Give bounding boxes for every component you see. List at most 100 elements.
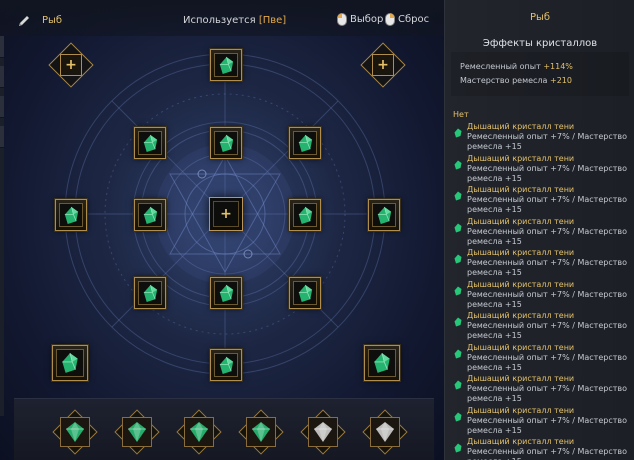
socket-frame bbox=[214, 353, 238, 377]
inventory-gem-slot[interactable] bbox=[364, 411, 406, 453]
socket-frame bbox=[214, 53, 238, 77]
green-crystal-icon bbox=[374, 352, 390, 373]
profile-name: Рыб bbox=[42, 15, 63, 26]
side-tab[interactable] bbox=[0, 126, 4, 148]
empty-bonus-slot-right[interactable]: + bbox=[360, 42, 406, 88]
inventory-gem-slot[interactable] bbox=[178, 411, 220, 453]
green-crystal-icon bbox=[64, 206, 78, 224]
crystal-socket[interactable] bbox=[210, 127, 242, 159]
socket-frame bbox=[214, 281, 238, 305]
green-crystal-icon bbox=[454, 286, 462, 295]
gem-frame bbox=[60, 417, 90, 447]
crystal-inventory-bar bbox=[14, 398, 434, 460]
crystal-desc: Ремесленный опыт +7% / Мастерство ремесл… bbox=[467, 447, 628, 460]
side-tab[interactable] bbox=[0, 96, 4, 118]
crystal-socket[interactable] bbox=[134, 199, 166, 231]
gem-frame bbox=[308, 417, 338, 447]
white-gem-icon bbox=[376, 422, 394, 442]
green-crystal-icon bbox=[454, 443, 462, 453]
center-crystal-socket[interactable]: + bbox=[209, 197, 243, 231]
gem-frame bbox=[122, 417, 152, 447]
effect-line: Мастерство ремесла +210 bbox=[460, 76, 572, 85]
crystal-name: Дышащий кристалл тени bbox=[467, 153, 575, 163]
pencil-icon bbox=[19, 16, 29, 26]
crystal-socket[interactable] bbox=[368, 199, 400, 231]
green-gem-icon bbox=[66, 422, 84, 442]
crystal-list-item: Дышащий кристалл тени Ремесленный опыт +7… bbox=[453, 406, 633, 438]
crystal-name: Дышащий кристалл тени bbox=[467, 342, 575, 352]
crystal-bullet bbox=[453, 407, 463, 421]
inventory-gem-slot[interactable] bbox=[302, 411, 344, 453]
mouse-left-icon bbox=[337, 13, 347, 26]
green-crystal-icon bbox=[219, 356, 233, 374]
crystal-socket[interactable] bbox=[134, 127, 166, 159]
crystal-socket[interactable] bbox=[52, 345, 88, 381]
crystal-desc: Ремесленный опыт +7% / Мастерство ремесл… bbox=[467, 226, 628, 246]
socket-frame bbox=[372, 203, 396, 227]
select-button[interactable]: Выбор bbox=[337, 13, 383, 26]
crystal-desc: Ремесленный опыт +7% / Мастерство ремесл… bbox=[467, 321, 628, 340]
socket-frame bbox=[56, 349, 84, 377]
crystal-list-item: Дышащий кристалл тени Ремесленный опыт +7… bbox=[453, 122, 633, 154]
crystal-bullet bbox=[453, 249, 463, 264]
crystal-socket[interactable] bbox=[289, 127, 321, 159]
green-crystal-icon bbox=[454, 412, 462, 421]
crystal-list: Дышащий кристалл тени Ремесленный опыт +7… bbox=[453, 122, 633, 460]
green-crystal-icon bbox=[219, 284, 233, 302]
socket-frame bbox=[59, 203, 83, 227]
crystal-socket[interactable] bbox=[210, 349, 242, 381]
effect-value: +114% bbox=[543, 62, 573, 71]
crystal-list-item: Дышащий кристалл тени Ремесленный опыт +7… bbox=[453, 280, 633, 312]
green-crystal-icon bbox=[143, 206, 157, 224]
in-use-status: Используется [Пве] bbox=[183, 15, 286, 26]
crystal-socket[interactable] bbox=[134, 277, 166, 309]
plus-icon: + bbox=[65, 57, 77, 73]
crystal-name: Дышащий кристалл тени bbox=[467, 374, 575, 383]
crystal-desc: Ремесленный опыт +7% / Мастерство ремесл… bbox=[467, 289, 628, 309]
white-gem-icon bbox=[314, 422, 332, 442]
crystal-socket[interactable] bbox=[55, 199, 87, 231]
socket-frame bbox=[293, 203, 317, 227]
crystal-desc: Ремесленный опыт +7% / Мастерство ремесл… bbox=[467, 384, 628, 403]
crystal-bullet bbox=[453, 344, 463, 358]
inventory-gem-slot[interactable] bbox=[240, 411, 282, 453]
crystal-bullet bbox=[453, 375, 463, 390]
green-crystal-icon bbox=[454, 254, 462, 264]
effects-summary: Ремесленный опыт +114% Мастерство ремесл… bbox=[451, 52, 629, 96]
reset-button[interactable]: Сброс bbox=[385, 13, 429, 26]
effect-label: Ремесленный опыт bbox=[460, 62, 544, 71]
green-gem-icon bbox=[128, 422, 146, 442]
select-label: Выбор bbox=[350, 14, 384, 25]
green-crystal-icon bbox=[298, 134, 312, 152]
socket-frame bbox=[138, 281, 162, 305]
crystal-socket[interactable] bbox=[210, 49, 242, 81]
mouse-right-icon bbox=[385, 13, 395, 26]
plus-icon: + bbox=[377, 57, 389, 73]
green-crystal-icon bbox=[143, 134, 157, 152]
panel-title: Рыб bbox=[529, 12, 551, 23]
crystal-socket[interactable] bbox=[210, 277, 242, 309]
gem-frame bbox=[246, 417, 276, 447]
crystal-socket[interactable] bbox=[289, 199, 321, 231]
crystal-socket[interactable] bbox=[364, 345, 400, 381]
gem-frame bbox=[184, 417, 214, 447]
socket-frame bbox=[293, 281, 317, 305]
green-gem-icon bbox=[252, 422, 270, 442]
inventory-gem-slot[interactable] bbox=[116, 411, 158, 453]
in-use-profile: [Пве] bbox=[258, 15, 287, 26]
crystal-name: Дышащий кристалл тени bbox=[467, 437, 575, 446]
side-tab[interactable] bbox=[0, 66, 4, 88]
inventory-gem-slot[interactable] bbox=[54, 411, 96, 453]
edit-name-button[interactable] bbox=[14, 11, 34, 31]
crystal-desc: Ремесленный опыт +7% / Мастерство ремесл… bbox=[467, 132, 628, 151]
side-tab[interactable] bbox=[0, 36, 4, 58]
green-crystal-icon bbox=[298, 206, 312, 224]
crystal-socket[interactable] bbox=[289, 277, 321, 309]
green-gem-icon bbox=[190, 422, 208, 442]
empty-bonus-slot-left[interactable]: + bbox=[48, 42, 94, 88]
crystal-list-item: Дышащий кристалл тени Ремесленный опыт +7… bbox=[453, 185, 633, 217]
green-crystal-icon bbox=[454, 380, 462, 390]
crystal-bullet bbox=[453, 438, 463, 453]
green-crystal-icon bbox=[219, 134, 233, 152]
crystal-bullet bbox=[453, 123, 463, 138]
